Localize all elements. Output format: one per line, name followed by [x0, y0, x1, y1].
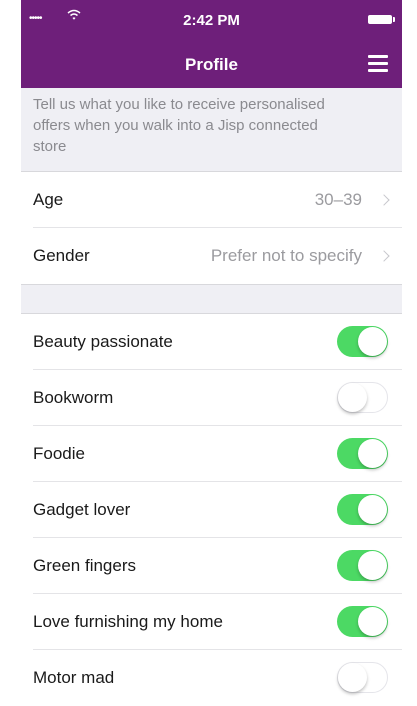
- chevron-right-icon: [378, 250, 390, 262]
- interest-label: Motor mad: [33, 668, 115, 687]
- section-divider: [21, 284, 402, 314]
- interest-toggle[interactable]: [337, 494, 388, 525]
- age-label: Age: [33, 190, 64, 209]
- gender-label: Gender: [33, 246, 90, 265]
- interest-row: Beauty passionate: [21, 314, 402, 370]
- status-bar: ••••• 2:42 PM: [21, 0, 402, 44]
- intro-text: Tell us what you like to receive persona…: [33, 96, 325, 155]
- interest-row: Motor mad: [21, 650, 402, 697]
- interest-row: Gadget lover: [21, 482, 402, 538]
- interest-row: Green fingers: [21, 538, 402, 594]
- profile-screen: ••••• 2:42 PM Profile Tell us what you l…: [21, 0, 402, 697]
- interest-label: Gadget lover: [33, 500, 131, 519]
- interest-row: Bookworm: [21, 370, 402, 426]
- battery-icon: [368, 15, 395, 24]
- top-bar: ••••• 2:42 PM Profile: [21, 0, 402, 88]
- age-row[interactable]: Age 30–39: [21, 172, 402, 228]
- interest-toggle[interactable]: [337, 662, 388, 693]
- gender-row[interactable]: Gender Prefer not to specify: [21, 228, 402, 284]
- interest-toggle[interactable]: [337, 326, 388, 357]
- gender-value: Prefer not to specify: [210, 246, 362, 265]
- interest-toggle[interactable]: [337, 550, 388, 581]
- interest-row: Foodie: [21, 426, 402, 482]
- interest-label: Foodie: [33, 444, 85, 463]
- interest-label: Green fingers: [33, 556, 136, 575]
- page-title: Profile: [185, 55, 238, 74]
- age-value: 30–39: [314, 190, 362, 209]
- interest-toggle[interactable]: [337, 382, 388, 413]
- hamburger-menu-icon[interactable]: [368, 55, 388, 73]
- interest-label: Beauty passionate: [33, 332, 173, 351]
- intro-banner: Tell us what you like to receive persona…: [21, 88, 402, 172]
- status-time: 2:42 PM: [183, 12, 240, 29]
- interest-toggle[interactable]: [337, 606, 388, 637]
- interest-toggle[interactable]: [337, 438, 388, 469]
- chevron-right-icon: [378, 194, 390, 206]
- interest-row: Love furnishing my home: [21, 594, 402, 650]
- interest-label: Bookworm: [33, 388, 114, 407]
- interest-label: Love furnishing my home: [33, 612, 223, 631]
